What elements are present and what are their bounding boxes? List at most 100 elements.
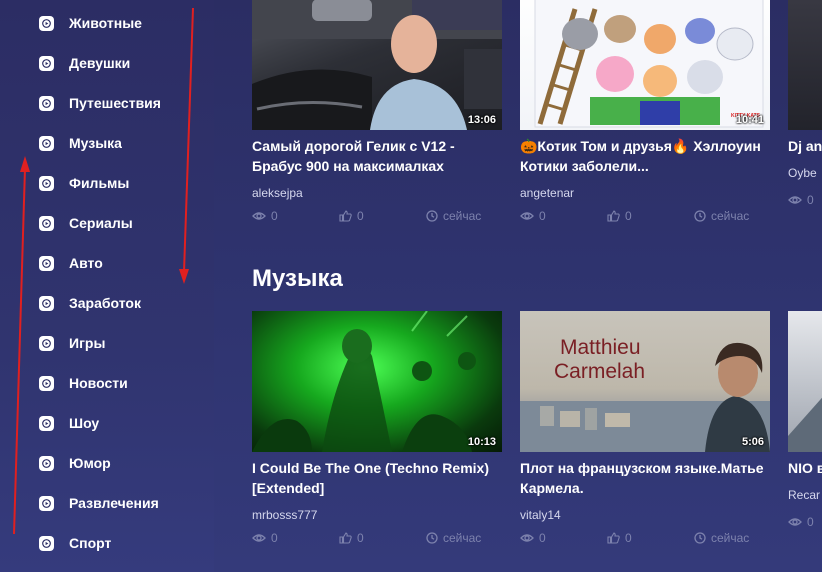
thumbnail-art [252, 311, 476, 452]
video-meta: 0 0 сейчас [252, 531, 502, 545]
thumbnail-art [534, 0, 764, 128]
video-title[interactable]: Самый дорогой Гелик с V12 - Брабус 900 н… [252, 136, 502, 176]
thumbnail-text-line-1: Matthieu [560, 336, 641, 359]
eye-icon [520, 212, 534, 220]
play-icon [39, 375, 54, 391]
views-count: 0 [520, 209, 607, 223]
sidebar-item-movies[interactable]: Фильмы [0, 163, 214, 203]
video-duration: 13:06 [467, 114, 496, 126]
sidebar-item-label: Авто [69, 255, 103, 271]
video-card: 13:06 Самый дорогой Гелик с V12 - Брабус… [252, 0, 502, 223]
sidebar-item-label: Спорт [69, 535, 112, 551]
clock-icon [426, 210, 438, 222]
thumbnail-art [252, 0, 502, 130]
views-count: 0 [252, 531, 339, 545]
sidebar-item-label: Новости [69, 375, 128, 391]
video-thumbnail[interactable]: 10:13 [252, 311, 502, 452]
sidebar-item-label: Девушки [69, 55, 131, 71]
video-author[interactable]: Oybe [788, 166, 822, 180]
sidebar-item-earnings[interactable]: Заработок [0, 283, 214, 323]
upload-time: сейчас [694, 531, 749, 545]
sidebar-item-sport[interactable]: Спорт [0, 523, 214, 563]
views-count: 0 [788, 515, 814, 529]
likes-count[interactable]: 0 [607, 531, 694, 545]
video-author[interactable]: angetenar [520, 186, 770, 200]
sidebar-item-label: Шоу [69, 415, 100, 431]
video-feed: 13:06 Самый дорогой Гелик с V12 - Брабус… [214, 0, 822, 572]
views-count: 0 [520, 531, 607, 545]
sidebar-item-travel[interactable]: Путешествия [0, 83, 214, 123]
play-icon [39, 215, 54, 231]
sidebar-item-entertainment[interactable]: Развлечения [0, 483, 214, 523]
video-duration: 10:41 [735, 114, 764, 126]
video-card: NIO в Recar 0 [788, 311, 822, 529]
thumbs-up-icon [607, 532, 620, 544]
clock-icon [426, 532, 438, 544]
sidebar-item-series[interactable]: Сериалы [0, 203, 214, 243]
sidebar-item-label: Фильмы [69, 175, 130, 191]
play-icon [39, 335, 54, 351]
play-icon [39, 495, 54, 511]
video-duration: 10:13 [467, 436, 496, 448]
video-title[interactable]: I Could Be The One (Techno Remix) [Exten… [252, 458, 502, 498]
upload-time: сейчас [694, 209, 749, 223]
views-count: 0 [252, 209, 339, 223]
video-thumbnail[interactable]: 13:06 [252, 0, 502, 130]
video-author[interactable]: Recar [788, 488, 822, 502]
video-author[interactable]: aleksejpa [252, 186, 502, 200]
play-icon [39, 135, 54, 151]
eye-icon [520, 534, 534, 542]
video-duration: 5:06 [741, 436, 764, 448]
video-author[interactable]: vitaly14 [520, 508, 770, 522]
video-thumbnail[interactable] [788, 0, 822, 130]
video-meta: 0 [788, 193, 822, 207]
sidebar-item-auto[interactable]: Авто [0, 243, 214, 283]
play-icon [39, 15, 54, 31]
video-meta: 0 [788, 515, 822, 529]
likes-count[interactable]: 0 [339, 209, 426, 223]
eye-icon [252, 534, 266, 542]
sidebar-item-label: Заработок [69, 295, 141, 311]
upload-time: сейчас [426, 209, 481, 223]
likes-count[interactable]: 0 [607, 209, 694, 223]
play-icon [39, 175, 54, 191]
sidebar-item-news[interactable]: Новости [0, 363, 214, 403]
category-sidebar: Животные Девушки Путешествия Музыка Филь… [0, 0, 214, 572]
sidebar-item-label: Сериалы [69, 215, 133, 231]
thumbs-up-icon [607, 210, 620, 222]
sidebar-item-label: Юмор [69, 455, 111, 471]
sidebar-item-animals[interactable]: Животные [0, 3, 214, 43]
video-thumbnail[interactable]: KITTY KATS 10:41 [520, 0, 770, 130]
video-meta: 0 0 сейчас [520, 209, 770, 223]
video-author[interactable]: mrbosss777 [252, 508, 502, 522]
thumbs-up-icon [339, 532, 352, 544]
eye-icon [788, 196, 802, 204]
play-icon [39, 455, 54, 471]
sidebar-item-music[interactable]: Музыка [0, 123, 214, 163]
video-title[interactable]: 🎃Котик Том и друзья🔥 Хэллоуин Котики заб… [520, 136, 770, 176]
thumbnail-art [788, 397, 822, 452]
likes-count[interactable]: 0 [339, 531, 426, 545]
sidebar-item-games[interactable]: Игры [0, 323, 214, 363]
section-title-music[interactable]: Музыка [252, 265, 343, 293]
video-meta: 0 0 сейчас [520, 531, 770, 545]
video-thumbnail[interactable] [788, 311, 822, 452]
sidebar-item-label: Развлечения [69, 495, 159, 511]
video-card: Matthieu Carmelah 5:06 Плот на французск… [520, 311, 770, 545]
sidebar-item-label: Путешествия [69, 95, 161, 111]
thumbnail-text-line-2: Carmelah [554, 360, 646, 383]
video-title[interactable]: Плот на французском языке.Матье Кармела. [520, 458, 770, 498]
sidebar-item-show[interactable]: Шоу [0, 403, 214, 443]
video-card: 10:13 I Could Be The One (Techno Remix) … [252, 311, 502, 545]
play-icon [39, 55, 54, 71]
play-icon [39, 95, 54, 111]
upload-time: сейчас [426, 531, 481, 545]
sidebar-item-humor[interactable]: Юмор [0, 443, 214, 483]
views-count: 0 [788, 193, 814, 207]
video-card: KITTY KATS 10:41 🎃Котик Том и друзья🔥 Хэ… [520, 0, 770, 223]
clock-icon [694, 210, 706, 222]
video-thumbnail[interactable]: Matthieu Carmelah 5:06 [520, 311, 770, 452]
play-icon [39, 255, 54, 271]
sidebar-item-girls[interactable]: Девушки [0, 43, 214, 83]
play-icon [39, 295, 54, 311]
